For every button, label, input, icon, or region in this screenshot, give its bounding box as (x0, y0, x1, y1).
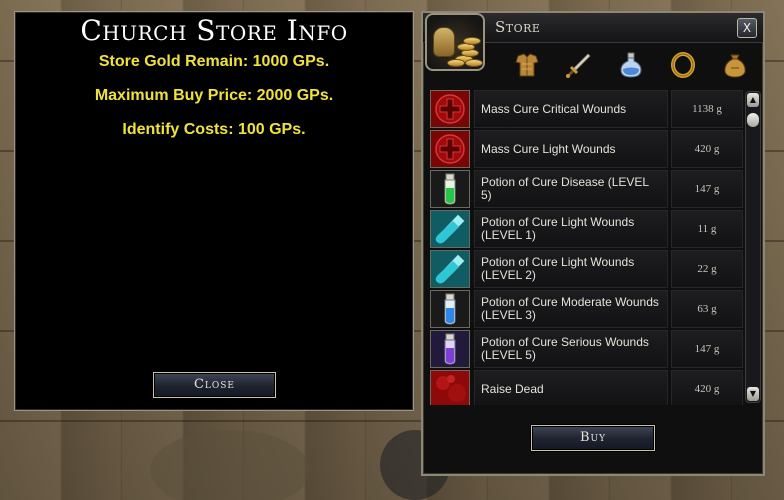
item-name: Potion of Cure Disease (LEVEL 5) (474, 170, 668, 208)
item-price: 420 g (671, 370, 743, 405)
item-list-scrollbar[interactable]: ▲ ▼ (745, 91, 761, 403)
ring-icon[interactable] (665, 47, 701, 83)
list-item[interactable]: Mass Cure Light Wounds 420 g (428, 130, 744, 168)
scroll-down-icon[interactable]: ▼ (747, 387, 759, 401)
raise-dead-spell-icon (430, 370, 470, 405)
cyan-vial-icon (430, 250, 470, 288)
item-name: Potion of Cure Serious Wounds (LEVEL 5) (474, 330, 668, 368)
item-price: 63 g (671, 290, 743, 328)
item-price: 420 g (671, 130, 743, 168)
sword-icon[interactable] (561, 47, 597, 83)
armor-icon[interactable] (509, 47, 545, 83)
store-close-button[interactable]: X (737, 18, 757, 38)
item-price: 147 g (671, 170, 743, 208)
item-name: Potion of Cure Light Wounds (LEVEL 2) (474, 250, 668, 288)
store-title: Store (495, 18, 541, 36)
list-item[interactable]: Potion of Cure Moderate Wounds (LEVEL 3)… (428, 290, 744, 328)
list-item[interactable]: Raise Dead 420 g (428, 370, 744, 405)
blue-potion-icon (430, 290, 470, 328)
item-name: Mass Cure Critical Wounds (474, 90, 668, 128)
red-cross-spell-icon (430, 90, 470, 128)
item-name: Mass Cure Light Wounds (474, 130, 668, 168)
item-price: 147 g (671, 330, 743, 368)
item-price: 11 g (671, 210, 743, 248)
red-cross-spell-icon (430, 130, 470, 168)
item-price: 22 g (671, 250, 743, 288)
identify-costs: Identify Costs: 100 GPs. (122, 121, 306, 138)
scroll-thumb[interactable] (747, 113, 759, 127)
store-gold-remain: Store Gold Remain: 1000 GPs. (98, 53, 330, 70)
scroll-up-icon[interactable]: ▲ (747, 93, 759, 107)
list-item[interactable]: Potion of Cure Serious Wounds (LEVEL 5) … (428, 330, 744, 368)
store-panel: Store X Mass Cure Critical Wounds 1138 g… (421, 11, 765, 476)
green-potion-icon (430, 170, 470, 208)
list-item[interactable]: Potion of Cure Light Wounds (LEVEL 2) 22… (428, 250, 744, 288)
maximum-buy-price: Maximum Buy Price: 2000 GPs. (94, 87, 334, 104)
gold-pile-icon (425, 13, 485, 71)
item-name: Potion of Cure Moderate Wounds (LEVEL 3) (474, 290, 668, 328)
list-item[interactable]: Potion of Cure Disease (LEVEL 5) 147 g (428, 170, 744, 208)
category-filter-bar (509, 47, 759, 83)
item-name: Raise Dead (474, 370, 668, 405)
list-item[interactable]: Potion of Cure Light Wounds (LEVEL 1) 11… (428, 210, 744, 248)
info-panel-title: Church Store Info (80, 14, 348, 47)
store-item-list[interactable]: Mass Cure Critical Wounds 1138 g Mass Cu… (428, 88, 744, 405)
potion-icon[interactable] (613, 47, 649, 83)
cyan-vial-icon (430, 210, 470, 248)
store-info-panel: Church Store Info Store Gold Remain: 100… (14, 11, 414, 411)
list-item[interactable]: Mass Cure Critical Wounds 1138 g (428, 90, 744, 128)
purple-potion-icon (430, 330, 470, 368)
close-button[interactable]: Close (153, 372, 276, 398)
item-price: 1138 g (671, 90, 743, 128)
item-name: Potion of Cure Light Wounds (LEVEL 1) (474, 210, 668, 248)
bag-icon[interactable] (717, 47, 753, 83)
buy-button[interactable]: Buy (531, 425, 655, 451)
